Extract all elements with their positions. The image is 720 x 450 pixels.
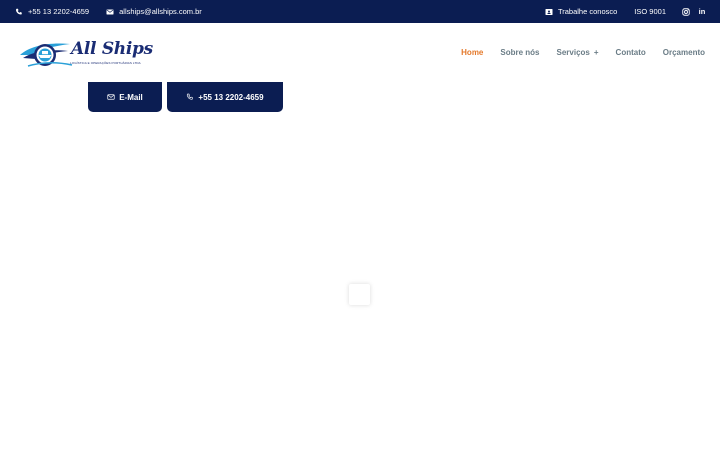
id-card-icon [545,8,553,16]
top-links-group: Trabalhe conosco ISO 9001 in [545,0,706,23]
nav-quote[interactable]: Orçamento [663,48,705,57]
nav-contact[interactable]: Contato [616,48,646,57]
top-phone-link[interactable]: +55 13 2202-4659 [15,7,89,16]
phone-button-label: +55 13 2202-4659 [198,92,264,102]
site-header: All Ships LOGÍSTICA E OPERAÇÕES PORTUÁRI… [0,23,720,80]
top-info-bar: +55 13 2202-4659 allships@allships.com.b… [0,0,720,23]
nav-about[interactable]: Sobre nós [500,48,539,57]
logo-emblem-icon [20,43,73,67]
logo-tagline: LOGÍSTICA E OPERAÇÕES PORTUÁRIAS LTDA [70,61,141,65]
email-button[interactable]: E-Mail [88,82,162,112]
services-expand-icon[interactable]: + [594,48,599,57]
logo-wordmark: All Ships [71,39,153,59]
top-email-link[interactable]: allships@allships.com.br [106,7,202,16]
iso-link[interactable]: ISO 9001 [634,7,666,16]
nav-services[interactable]: Serviços + [557,48,599,57]
linkedin-icon[interactable]: in [698,7,706,16]
top-phone-text: +55 13 2202-4659 [28,7,90,16]
phone-icon [15,8,23,16]
loading-spinner [349,284,370,305]
work-with-us-link[interactable]: Trabalhe conosco [545,7,617,16]
instagram-icon[interactable] [682,7,690,16]
nav-home[interactable]: Home [461,48,483,57]
mail-icon [106,8,114,16]
top-email-text: allships@allships.com.br [119,7,202,16]
phone-outline-icon [186,93,194,101]
phone-button[interactable]: +55 13 2202-4659 [167,82,283,112]
top-contact-group: +55 13 2202-4659 allships@allships.com.b… [15,0,202,23]
nav-services-label: Serviços [556,47,590,57]
main-nav: Home Sobre nós Serviços + Contato Orçamen… [444,46,705,58]
all-ships-logo[interactable]: All Ships LOGÍSTICA E OPERAÇÕES PORTUÁRI… [18,38,153,70]
email-button-label: E-Mail [119,92,143,102]
mail-outline-icon [107,93,115,101]
work-with-us-text: Trabalhe conosco [557,7,618,16]
